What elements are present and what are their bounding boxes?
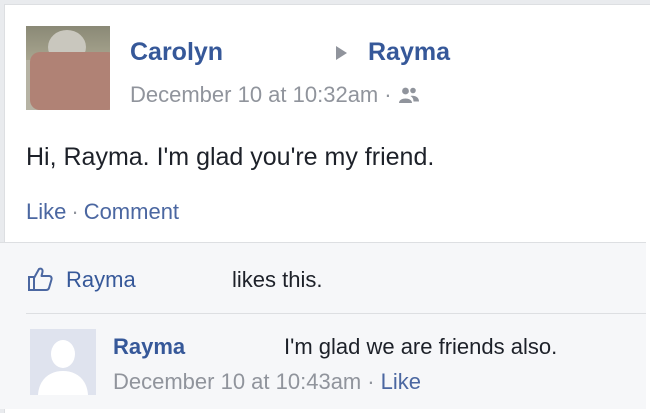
friends-icon[interactable] bbox=[398, 84, 420, 103]
comment-button[interactable]: Comment bbox=[84, 199, 179, 224]
post-text: Hi, Rayma. I'm glad you're my friend. bbox=[26, 143, 435, 171]
post-target-name[interactable]: Rayma bbox=[368, 38, 450, 67]
meta-separator: · bbox=[384, 82, 392, 107]
commenter-avatar[interactable] bbox=[30, 329, 96, 395]
action-separator: · bbox=[71, 199, 79, 224]
like-button[interactable]: Like bbox=[26, 199, 66, 224]
comment-author-name[interactable]: Rayma bbox=[113, 334, 185, 360]
comment-text: I'm glad we are friends also. bbox=[284, 334, 558, 359]
likes-text: likes this. bbox=[232, 267, 323, 292]
comment-timestamp[interactable]: December 10 at 10:43am bbox=[113, 369, 361, 394]
thumbs-up-icon bbox=[26, 265, 54, 293]
post-timestamp[interactable]: December 10 at 10:32am bbox=[130, 82, 378, 107]
post-meta: December 10 at 10:32am · bbox=[130, 82, 420, 108]
comment-meta-separator: · bbox=[367, 369, 375, 394]
comment-like-button[interactable]: Like bbox=[381, 369, 421, 394]
author-avatar[interactable] bbox=[26, 26, 110, 110]
right-triangle-icon bbox=[336, 46, 347, 60]
comment-meta: December 10 at 10:43am · Like bbox=[113, 369, 421, 395]
redaction-overlay bbox=[30, 52, 110, 110]
post-author-name[interactable]: Carolyn bbox=[130, 38, 223, 67]
comments-divider bbox=[26, 313, 646, 314]
silhouette-icon bbox=[30, 329, 96, 395]
liker-name[interactable]: Rayma bbox=[66, 267, 136, 293]
post-actions: Like · Comment bbox=[26, 199, 179, 225]
